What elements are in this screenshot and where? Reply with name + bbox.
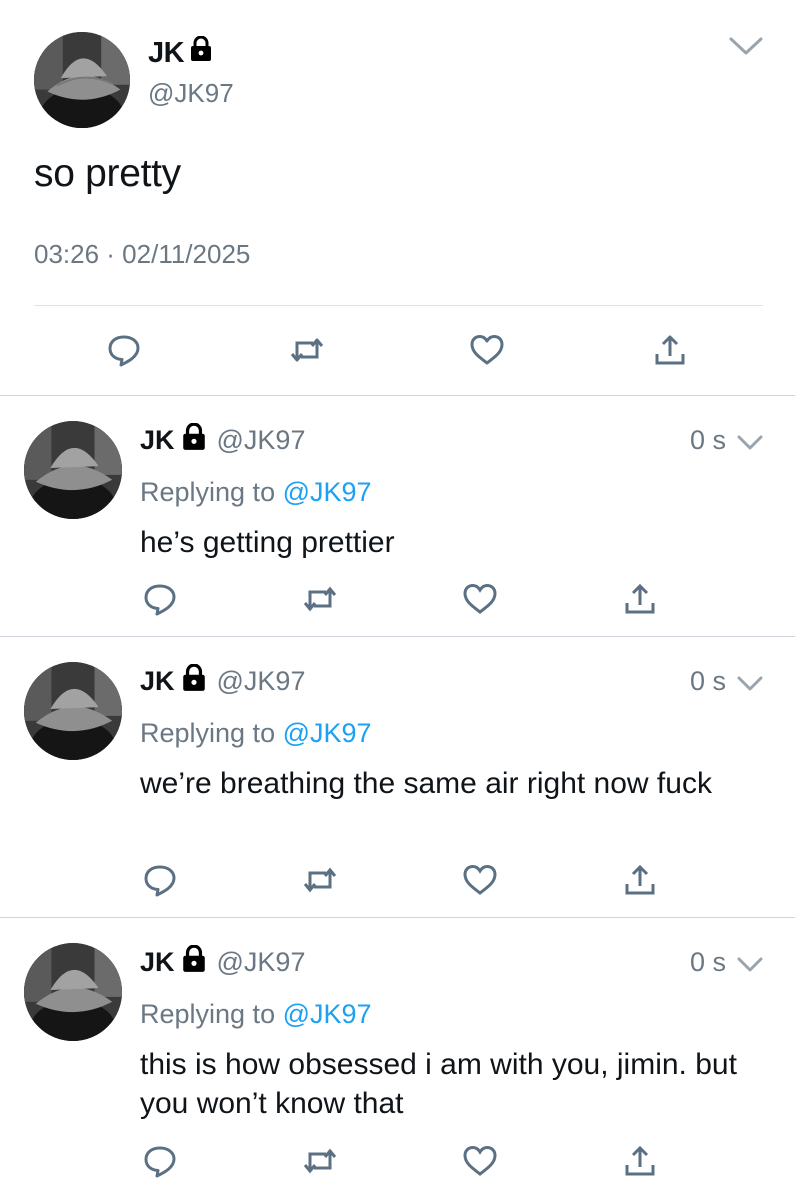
- tweet-timestamp[interactable]: 03:26 · 02/11/2025: [34, 239, 250, 270]
- retweet-icon: [290, 338, 324, 362]
- replying-to-label: Replying to: [140, 477, 276, 507]
- tweet-time[interactable]: 0 s: [690, 425, 726, 456]
- retweet-button[interactable]: [287, 330, 327, 370]
- author-handle[interactable]: @JK97: [217, 425, 306, 456]
- reply-tweet[interactable]: JK @JK97 0 s Replying to @JK97 he’s gett…: [0, 397, 795, 637]
- tweet-actions: [0, 860, 795, 900]
- chevron-down-icon[interactable]: [736, 674, 764, 694]
- chevron-down-icon[interactable]: [736, 955, 764, 975]
- avatar[interactable]: [24, 421, 122, 519]
- share-button[interactable]: [620, 579, 660, 619]
- tweet-time[interactable]: 0 s: [690, 947, 726, 978]
- lock-icon: [181, 422, 207, 458]
- author-handle[interactable]: @JK97: [148, 78, 234, 109]
- tweet-text: this is how obsessed i am with you, jimi…: [140, 1048, 737, 1120]
- reply-button[interactable]: [140, 579, 180, 619]
- reply-tweet[interactable]: JK @JK97 0 s Replying to @JK97 this is h…: [0, 919, 795, 1200]
- reply-icon: [144, 584, 176, 616]
- tweet-actions: [0, 579, 795, 619]
- divider: [34, 305, 763, 306]
- like-button[interactable]: [460, 1141, 500, 1181]
- replying-to: Replying to @JK97: [140, 999, 372, 1030]
- heart-icon: [463, 1145, 497, 1176]
- author-handle[interactable]: @JK97: [217, 947, 306, 978]
- reply-icon: [108, 335, 140, 367]
- author-name[interactable]: JK: [140, 666, 175, 697]
- tweet-text: he’s getting prettier: [140, 526, 395, 559]
- share-button[interactable]: [620, 1141, 660, 1181]
- tweet-text: so pretty: [34, 152, 181, 195]
- reply-header: JK @JK97: [140, 422, 306, 458]
- author-name[interactable]: JK: [140, 425, 175, 456]
- lock-icon: [190, 35, 212, 70]
- like-button[interactable]: [467, 330, 507, 370]
- replying-to-mention[interactable]: @JK97: [283, 477, 372, 507]
- chevron-down-icon[interactable]: [736, 433, 764, 453]
- reply-button[interactable]: [140, 1141, 180, 1181]
- lock-icon: [181, 944, 207, 980]
- reply-button[interactable]: [104, 330, 144, 370]
- retweet-button[interactable]: [300, 579, 340, 619]
- retweet-icon: [303, 1148, 337, 1174]
- retweet-icon: [303, 867, 337, 893]
- replying-to: Replying to @JK97: [140, 718, 372, 749]
- reply-button[interactable]: [140, 860, 180, 900]
- reply-header: JK @JK97: [140, 944, 306, 980]
- author-name[interactable]: JK: [148, 35, 212, 70]
- share-button[interactable]: [650, 330, 690, 370]
- author-name-text[interactable]: JK: [148, 37, 185, 70]
- avatar[interactable]: [34, 32, 130, 128]
- share-button[interactable]: [620, 860, 660, 900]
- replying-to-label: Replying to: [140, 999, 276, 1029]
- author-handle[interactable]: @JK97: [217, 666, 306, 697]
- reply-icon: [144, 1146, 176, 1178]
- reply-header: JK @JK97: [140, 663, 306, 699]
- share-icon: [625, 1145, 655, 1176]
- like-button[interactable]: [460, 579, 500, 619]
- author-name[interactable]: JK: [140, 947, 175, 978]
- replying-to-mention[interactable]: @JK97: [283, 999, 372, 1029]
- share-icon: [625, 583, 655, 614]
- heart-icon: [470, 335, 504, 365]
- like-button[interactable]: [460, 860, 500, 900]
- chevron-down-icon[interactable]: [728, 34, 764, 58]
- retweet-button[interactable]: [300, 1141, 340, 1181]
- share-icon: [655, 335, 685, 365]
- reply-icon: [144, 865, 176, 897]
- share-icon: [625, 864, 655, 895]
- replying-to-label: Replying to: [140, 718, 276, 748]
- tweet-time[interactable]: 0 s: [690, 666, 726, 697]
- replying-to-mention[interactable]: @JK97: [283, 718, 372, 748]
- tweet-actions: [0, 330, 795, 374]
- main-tweet: JK @JK97 so pretty 03:26 · 02/11/2025: [0, 0, 795, 396]
- tweet-text: we’re breathing the same air right now f…: [140, 767, 712, 800]
- reply-tweet[interactable]: JK @JK97 0 s Replying to @JK97 we’re bre…: [0, 638, 795, 918]
- retweet-icon: [303, 586, 337, 612]
- heart-icon: [463, 583, 497, 614]
- lock-icon: [181, 663, 207, 699]
- avatar[interactable]: [24, 943, 122, 1041]
- replying-to: Replying to @JK97: [140, 477, 372, 508]
- heart-icon: [463, 864, 497, 895]
- avatar[interactable]: [24, 662, 122, 760]
- retweet-button[interactable]: [300, 860, 340, 900]
- tweet-actions: [0, 1141, 795, 1181]
